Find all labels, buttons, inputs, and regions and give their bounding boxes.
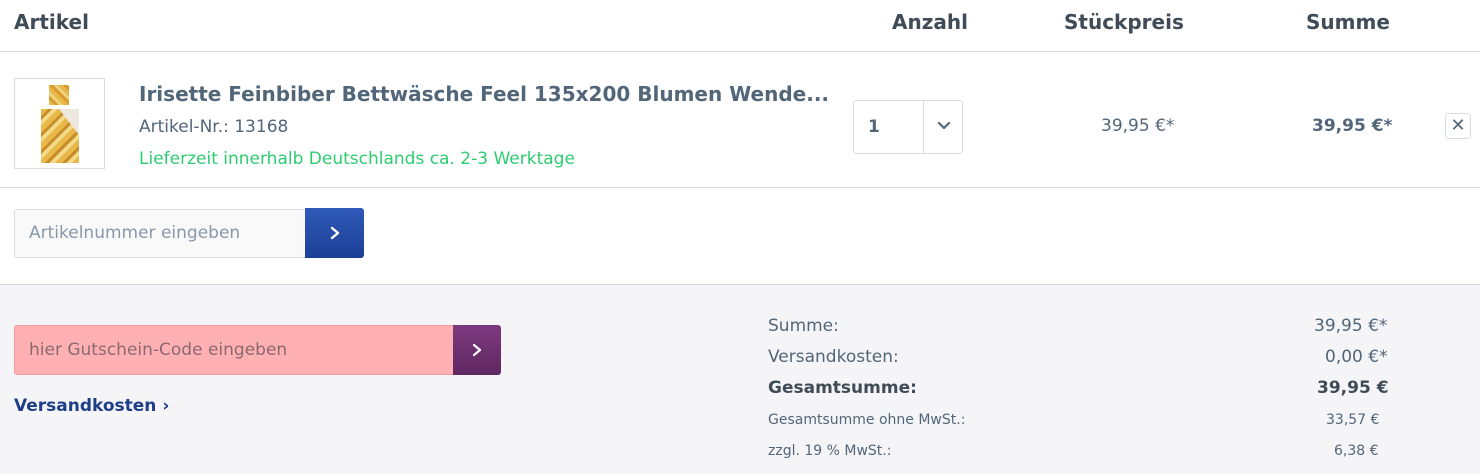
article-number-input[interactable]: Artikelnummer eingeben: [14, 209, 306, 258]
product-image[interactable]: [14, 78, 105, 169]
cart-item-row: Irisette Feinbiber Bettwäsche Feel 135x2…: [0, 52, 1480, 188]
summary-vat-label: zzgl. 19 % MwSt.:: [768, 443, 892, 459]
chevron-right-icon: [330, 226, 340, 240]
delivery-time: Lieferzeit innerhalb Deutschlands ca. 2-…: [139, 149, 575, 169]
cart-summary-area: [0, 284, 1480, 474]
cart-table-header: Artikel Anzahl Stückpreis Summe: [0, 0, 1480, 52]
summary-shipping-label: Versandkosten:: [768, 347, 899, 367]
quantity-select[interactable]: 1: [853, 100, 963, 154]
shipping-costs-link[interactable]: Versandkosten ›: [14, 396, 169, 416]
close-icon: ✕: [1450, 115, 1466, 136]
submit-voucher-button[interactable]: [453, 325, 501, 375]
summary-subtotal-value: 39,95 €*: [1314, 316, 1388, 336]
column-header-anzahl: Anzahl: [892, 10, 968, 34]
summary-net-value: 33,57 €: [1326, 412, 1380, 428]
chevron-down-icon: [937, 121, 951, 130]
unit-price: 39,95 €*: [1101, 116, 1175, 136]
chevron-right-icon: [472, 343, 482, 357]
item-total: 39,95 €*: [1312, 116, 1393, 136]
summary-net-label: Gesamtsumme ohne MwSt.:: [768, 412, 966, 428]
quantity-divider: [923, 101, 924, 153]
quantity-value: 1: [868, 117, 880, 137]
pillow-graphic: [49, 85, 69, 105]
add-article-button[interactable]: [305, 208, 364, 258]
remove-item-button[interactable]: ✕: [1445, 113, 1471, 139]
summary-shipping-value: 0,00 €*: [1325, 347, 1388, 367]
summary-total-value: 39,95 €: [1317, 378, 1389, 398]
summary-subtotal-label: Summe:: [768, 316, 839, 336]
voucher-code-input[interactable]: hier Gutschein-Code eingeben: [14, 325, 454, 375]
column-header-summe: Summe: [1306, 10, 1390, 34]
column-header-artikel: Artikel: [14, 10, 89, 34]
summary-total-label: Gesamtsumme:: [768, 378, 917, 398]
product-title-link[interactable]: Irisette Feinbiber Bettwäsche Feel 135x2…: [139, 82, 829, 106]
summary-vat-value: 6,38 €: [1334, 443, 1379, 459]
column-header-stueckpreis: Stückpreis: [1064, 10, 1184, 34]
article-number: Artikel-Nr.: 13168: [139, 117, 289, 137]
